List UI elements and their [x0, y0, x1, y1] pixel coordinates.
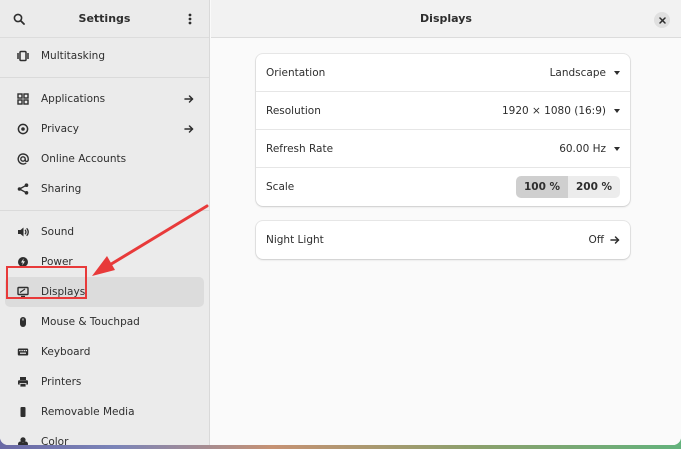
sidebar-item-multitasking[interactable]: Multitasking — [5, 41, 204, 71]
sidebar-item-label: Mouse & Touchpad — [41, 316, 140, 328]
arrow-right-icon — [610, 235, 620, 245]
printer-icon — [17, 376, 29, 388]
keyboard-icon — [17, 346, 29, 358]
sidebar-list: Multitasking Applications Privacy Online Ac… — [0, 38, 209, 445]
resolution-dropdown[interactable]: 1920 × 1080 (16:9) — [502, 105, 620, 117]
refresh-rate-value: 60.00 Hz — [559, 142, 606, 155]
orientation-dropdown[interactable]: Landscape — [550, 67, 620, 79]
scale-label: Scale — [266, 181, 295, 193]
sidebar-item-label: Keyboard — [41, 346, 91, 358]
display-settings-card: Orientation Landscape Resolution 1920 × … — [256, 54, 630, 206]
main-panel: Displays Orientation Landscape Resolutio… — [211, 0, 681, 445]
night-light-label: Night Light — [266, 234, 324, 246]
sidebar-item-printers[interactable]: Printers — [5, 367, 204, 397]
refresh-rate-label: Refresh Rate — [266, 142, 334, 155]
sidebar-item-privacy[interactable]: Privacy — [5, 114, 204, 144]
close-icon — [658, 16, 666, 24]
sidebar-item-label: Color — [41, 436, 69, 445]
chevron-down-icon — [614, 108, 620, 113]
resolution-label: Resolution — [266, 104, 321, 117]
sidebar-item-label: Applications — [41, 93, 106, 105]
sidebar-item-sharing[interactable]: Sharing — [5, 174, 204, 204]
sidebar-item-keyboard[interactable]: Keyboard — [5, 337, 204, 367]
sidebar-item-label: Sharing — [41, 183, 82, 195]
night-light-card: Night Light Off — [256, 221, 630, 259]
sound-icon — [17, 226, 29, 238]
highlight-box — [6, 266, 87, 299]
arrow-right-icon — [183, 93, 195, 105]
sidebar-item-applications[interactable]: Applications — [5, 84, 204, 114]
night-light-value: Off — [588, 234, 605, 246]
scale-100-button[interactable]: 100 % — [516, 176, 568, 198]
arrow-right-icon — [183, 123, 195, 135]
color-icon — [17, 436, 29, 445]
sidebar-item-label: Printers — [41, 376, 82, 388]
kebab-menu-icon[interactable] — [183, 12, 197, 26]
orientation-label: Orientation — [266, 66, 326, 79]
close-button[interactable] — [654, 12, 670, 28]
main-header: Displays — [211, 0, 681, 38]
scale-row: Scale 100 % 200 % — [256, 168, 630, 206]
sidebar-item-label: Online Accounts — [41, 153, 127, 165]
multitasking-icon — [17, 50, 29, 62]
orientation-value: Landscape — [549, 66, 606, 79]
refresh-rate-row[interactable]: Refresh Rate 60.00 Hz — [256, 130, 630, 168]
sidebar-item-label: Privacy — [41, 123, 80, 135]
chevron-down-icon — [614, 146, 620, 151]
online-accounts-icon — [17, 153, 29, 165]
sidebar-title: Settings — [78, 12, 131, 25]
resolution-value: 1920 × 1080 (16:9) — [501, 104, 606, 117]
refresh-rate-dropdown[interactable]: 60.00 Hz — [559, 143, 620, 155]
removable-media-icon — [17, 406, 29, 418]
orientation-row[interactable]: Orientation Landscape — [256, 54, 630, 92]
night-light-row[interactable]: Night Light Off — [256, 221, 630, 259]
settings-window: Settings Multitasking Applications Privacy… — [0, 0, 681, 445]
sidebar-item-label: Sound — [41, 226, 75, 238]
resolution-row[interactable]: Resolution 1920 × 1080 (16:9) — [256, 92, 630, 130]
applications-icon — [17, 93, 29, 105]
privacy-icon — [17, 123, 29, 135]
scale-200-button[interactable]: 200 % — [568, 176, 620, 198]
sidebar-item-color[interactable]: Color — [5, 427, 204, 445]
sidebar: Settings Multitasking Applications Privacy… — [0, 0, 210, 445]
sidebar-item-mouse-touchpad[interactable]: Mouse & Touchpad — [5, 307, 204, 337]
sidebar-item-online-accounts[interactable]: Online Accounts — [5, 144, 204, 174]
sidebar-item-label: Multitasking — [41, 50, 106, 62]
sidebar-item-removable-media[interactable]: Removable Media — [5, 397, 204, 427]
sharing-icon — [17, 183, 29, 195]
sidebar-header: Settings — [0, 0, 209, 38]
scale-toggle-group: 100 % 200 % — [516, 176, 620, 198]
sidebar-separator — [0, 210, 209, 211]
page-title: Displays — [420, 12, 472, 25]
night-light-status: Off — [589, 234, 621, 246]
sidebar-separator — [0, 77, 209, 78]
mouse-icon — [17, 316, 29, 328]
chevron-down-icon — [614, 70, 620, 75]
search-icon[interactable] — [12, 12, 26, 26]
sidebar-item-sound[interactable]: Sound — [5, 217, 204, 247]
sidebar-item-label: Removable Media — [41, 406, 135, 418]
